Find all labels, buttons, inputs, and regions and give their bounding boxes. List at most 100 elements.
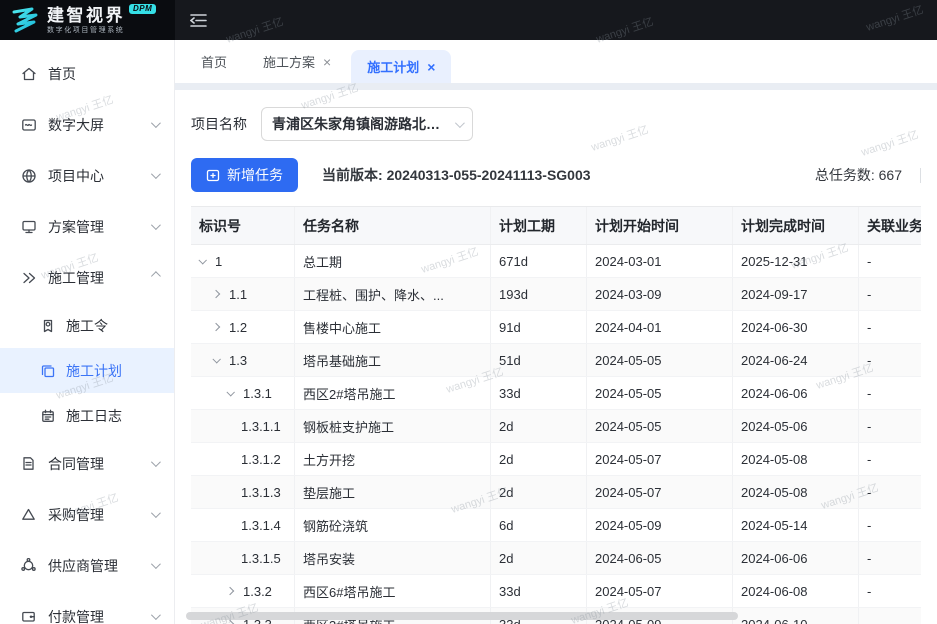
table-row[interactable]: 1总工期671d2024-03-012025-12-31- [191, 245, 921, 278]
table-row[interactable]: 1.3.1.1钢板桩支护施工2d2024-05-052024-05-06- [191, 410, 921, 443]
add-task-label: 新增任务 [227, 165, 283, 185]
cell-linked-plan: - [859, 575, 921, 607]
column-header: 任务名称 [295, 207, 491, 244]
table-row[interactable]: 1.3.1.5塔吊安装2d2024-06-052024-06-06- [191, 542, 921, 575]
table-body: 1总工期671d2024-03-012025-12-31-1.1工程桩、围护、降… [191, 245, 921, 624]
cell-start-date: 2024-05-07 [587, 575, 733, 607]
cell-start-date: 2024-05-07 [587, 443, 733, 475]
cell-linked-plan: - [859, 410, 921, 442]
table-row[interactable]: 1.2售楼中心施工91d2024-04-012024-06-30- [191, 311, 921, 344]
cell-duration: 2d [491, 476, 587, 508]
cell-task-name: 垫层施工 [295, 476, 491, 508]
chevron-up-icon [151, 271, 161, 281]
cell-start-date: 2024-05-05 [587, 377, 733, 409]
chevron-down-icon [151, 169, 161, 179]
expand-row-icon[interactable] [227, 588, 243, 594]
task-id-text: 1.3.1.1 [241, 419, 281, 434]
cell-end-date: 2024-06-06 [733, 542, 859, 574]
add-task-button[interactable]: 新增任务 [191, 158, 298, 192]
cell-end-date: 2024-05-08 [733, 443, 859, 475]
horizontal-scrollbar-thumb[interactable] [186, 612, 738, 620]
globe-icon [20, 167, 37, 184]
sidebar-item-project-center[interactable]: 项目中心 [0, 150, 174, 201]
cell-task-id: 1.3.1.3 [191, 476, 295, 508]
tab-home[interactable]: 首页 [185, 40, 243, 83]
cell-start-date: 2024-05-05 [587, 410, 733, 442]
task-id-text: 1.2 [229, 320, 247, 335]
cell-linked-plan: - [859, 509, 921, 541]
cell-end-date: 2024-06-24 [733, 344, 859, 376]
sidebar-item-label: 付款管理 [48, 607, 151, 624]
sidebar: 首页数字大屏项目中心方案管理施工管理施工令施工计划施工日志合同管理采购管理供应商… [0, 40, 175, 624]
cell-linked-plan: - [859, 377, 921, 409]
chevron-down-icon [151, 559, 161, 569]
cell-end-date: 2025-12-31 [733, 245, 859, 277]
collapse-row-icon[interactable] [227, 390, 243, 396]
close-icon[interactable]: × [427, 60, 435, 74]
cell-duration: 51d [491, 344, 587, 376]
current-version: 当前版本: 20240313-055-20241113-SG003 [322, 165, 591, 185]
toolbar-divider [920, 168, 921, 183]
collapse-row-icon[interactable] [199, 258, 215, 264]
cell-task-id: 1.3.2 [191, 575, 295, 607]
table-row[interactable]: 1.3.1西区2#塔吊施工33d2024-05-052024-06-06- [191, 377, 921, 410]
cell-start-date: 2024-05-07 [587, 476, 733, 508]
table-row[interactable]: 1.3塔吊基础施工51d2024-05-052024-06-24- [191, 344, 921, 377]
cell-task-name: 塔吊安装 [295, 542, 491, 574]
cell-end-date: 2024-05-14 [733, 509, 859, 541]
cell-task-id: 1.1 [191, 278, 295, 310]
cell-linked-plan: - [859, 245, 921, 277]
cell-task-id: 1.2 [191, 311, 295, 343]
sidebar-item-construction-management[interactable]: 施工管理 [0, 252, 174, 303]
table-header-row: 标识号任务名称计划工期计划开始时间计划完成时间关联业务计划 [191, 207, 921, 245]
cell-task-name: 工程桩、围护、降水、... [295, 278, 491, 310]
chevron-icon [226, 620, 234, 624]
cell-task-id: 1.3.1.1 [191, 410, 295, 442]
cell-start-date: 2024-06-05 [587, 542, 733, 574]
sidebar-item-label: 首页 [48, 64, 158, 84]
task-table: 标识号任务名称计划工期计划开始时间计划完成时间关联业务计划 1总工期671d20… [191, 206, 921, 624]
sidebar-item-supplier-management[interactable]: 供应商管理 [0, 540, 174, 591]
tab-construction-scheme[interactable]: 施工方案× [247, 40, 347, 83]
table-row[interactable]: 1.3.1.3垫层施工2d2024-05-072024-05-08- [191, 476, 921, 509]
sidebar-item-contract-management[interactable]: 合同管理 [0, 438, 174, 489]
table-row[interactable]: 1.3.1.2土方开挖2d2024-05-072024-05-08- [191, 443, 921, 476]
sidebar-item-digital-screen[interactable]: 数字大屏 [0, 99, 174, 150]
sidebar-item-home[interactable]: 首页 [0, 48, 174, 99]
table-row[interactable]: 1.1工程桩、围护、降水、...193d2024-03-092024-09-17… [191, 278, 921, 311]
column-header: 计划开始时间 [587, 207, 733, 244]
sidebar-item-procurement-management[interactable]: 采购管理 [0, 489, 174, 540]
expand-row-icon[interactable] [213, 324, 229, 330]
tab-bar: 首页 施工方案×施工计划× [175, 40, 937, 83]
collapse-row-icon[interactable] [213, 357, 229, 363]
sidebar-item-construction-plan[interactable]: 施工计划 [0, 348, 174, 393]
sidebar-item-scheme-management[interactable]: 方案管理 [0, 201, 174, 252]
tab-construction-plan[interactable]: 施工计划× [351, 50, 451, 83]
monitor-icon [20, 218, 37, 235]
cell-duration: 2d [491, 542, 587, 574]
sidebar-item-construction-order[interactable]: 施工令 [0, 303, 174, 348]
sidebar-item-payment-management[interactable]: 付款管理 [0, 591, 174, 624]
close-icon[interactable]: × [323, 55, 331, 69]
tab-label: 首页 [201, 52, 227, 71]
cell-linked-plan: - [859, 443, 921, 475]
task-id-text: 1.3.2 [243, 584, 272, 599]
brand-subtitle: 数字化项目管理系统 [47, 27, 156, 34]
sidebar-collapse-icon[interactable] [175, 0, 221, 40]
project-select[interactable]: 青浦区朱家角镇阁游路北侧D11... [261, 107, 473, 141]
cell-linked-plan: - [859, 278, 921, 310]
document-icon [20, 455, 37, 472]
cell-start-date: 2024-05-09 [587, 509, 733, 541]
tabbar-divider [175, 83, 937, 90]
table-row[interactable]: 1.3.2西区6#塔吊施工33d2024-05-072024-06-08- [191, 575, 921, 608]
expand-row-icon[interactable] [213, 291, 229, 297]
sidebar-item-label: 方案管理 [48, 217, 151, 237]
brand-logo-icon [10, 7, 40, 33]
cell-end-date: 2024-05-08 [733, 476, 859, 508]
supplier-icon [20, 557, 37, 574]
sidebar-item-construction-log[interactable]: 施工日志 [0, 393, 174, 438]
table-row[interactable]: 1.3.1.4钢筋砼浇筑6d2024-05-092024-05-14- [191, 509, 921, 542]
sidebar-item-label: 项目中心 [48, 166, 151, 186]
toolbar: 新增任务 当前版本: 20240313-055-20241113-SG003 总… [191, 158, 921, 192]
sidebar-item-label: 采购管理 [48, 505, 151, 525]
